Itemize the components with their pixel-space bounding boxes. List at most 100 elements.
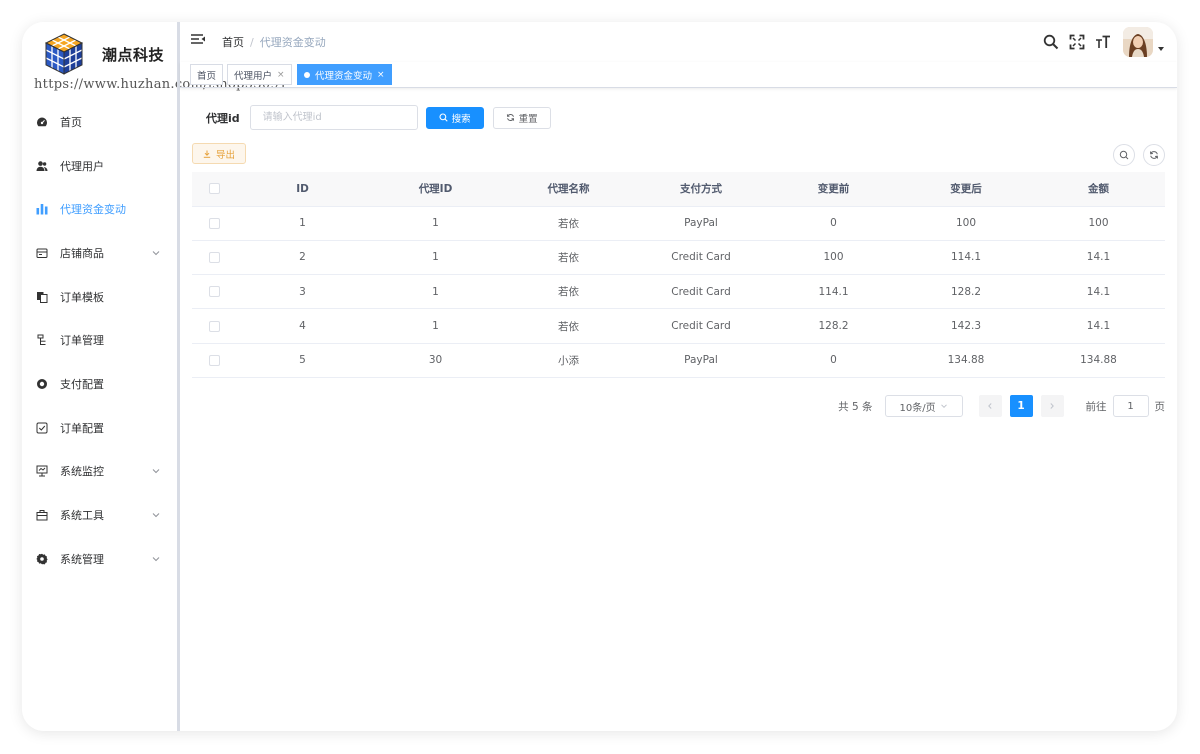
search-button[interactable]: 搜索 <box>425 106 484 129</box>
breadcrumb-current: 代理资金变动 <box>259 36 326 49</box>
table-cell: 4 <box>236 308 369 344</box>
active-dot-icon <box>304 71 310 78</box>
sidebar-item-agent-funds[interactable]: 代理资金变动 <box>22 187 177 231</box>
column-header[interactable]: ID <box>236 172 369 207</box>
table-cell: 若依 <box>502 308 635 344</box>
page-content: 代理id 搜索 重置 导出 <box>180 89 1177 731</box>
sidebar-item-order-management[interactable]: 订单管理 <box>22 318 177 362</box>
refresh-button[interactable] <box>1143 144 1165 166</box>
table-row[interactable]: 3 1 若依 Credit Card 114.1 128.2 14.1 <box>192 274 1165 310</box>
column-header[interactable]: 金额 <box>1032 172 1165 207</box>
goto-page-input[interactable] <box>1112 395 1149 417</box>
avatar[interactable] <box>1123 27 1153 57</box>
sidebar-item-shop-goods[interactable]: 店铺商品 <box>22 231 177 275</box>
row-checkbox[interactable] <box>208 320 220 332</box>
avatar-image <box>1123 27 1153 57</box>
search-icon <box>1119 150 1129 160</box>
table-cell: Credit Card <box>635 308 767 344</box>
row-checkbox[interactable] <box>208 286 220 298</box>
table-cell: PayPal <box>635 343 767 378</box>
fullscreen-icon[interactable] <box>1069 34 1085 50</box>
row-checkbox[interactable] <box>208 251 220 263</box>
prev-page-button[interactable] <box>978 395 1002 417</box>
close-icon[interactable]: × <box>277 70 285 80</box>
search-form: 代理id 搜索 重置 <box>206 105 551 130</box>
chevron-left-icon <box>988 403 992 409</box>
toggle-search-button[interactable] <box>1113 144 1135 166</box>
table-cell: 3 <box>236 274 369 310</box>
sidebar-item-agent-users[interactable]: 代理用户 <box>22 144 177 188</box>
gear-icon <box>36 553 48 565</box>
reset-button[interactable]: 重置 <box>492 106 551 129</box>
export-button-label: 导出 <box>216 149 236 161</box>
tag-agent-funds[interactable]: 代理资金变动 × <box>297 64 392 85</box>
sidebar-item-order-config[interactable]: 订单配置 <box>22 406 177 450</box>
row-checkbox[interactable] <box>208 217 220 229</box>
column-header[interactable]: 支付方式 <box>635 172 767 207</box>
export-button[interactable]: 导出 <box>192 143 247 164</box>
table-cell: 若依 <box>502 206 635 241</box>
refresh-icon <box>506 114 514 121</box>
table-row[interactable]: 5 30 小添 PayPal 0 134.88 134.88 <box>192 343 1165 378</box>
table-cell: 134.88 <box>1032 343 1165 378</box>
search-icon[interactable] <box>1043 34 1059 50</box>
logo-cube-icon <box>44 33 84 75</box>
table-header-row: ID 代理ID 代理名称 支付方式 变更前 变更后 金额 <box>192 172 1165 207</box>
chevron-right-icon <box>1050 403 1054 409</box>
sidebar-item-system-tools[interactable]: 系统工具 <box>22 493 177 537</box>
hamburger-icon[interactable] <box>190 33 206 47</box>
caret-down-icon[interactable] <box>1157 45 1165 53</box>
breadcrumb: 首页 / 代理资金变动 <box>222 34 326 50</box>
page-number-current[interactable]: 1 <box>1009 395 1033 417</box>
table-row[interactable]: 4 1 若依 Credit Card 128.2 142.3 14.1 <box>192 308 1165 344</box>
column-header[interactable]: 代理ID <box>369 172 502 207</box>
sidebar-item-home[interactable]: 首页 <box>22 100 177 144</box>
breadcrumb-home[interactable]: 首页 <box>222 34 244 50</box>
table-row[interactable]: 2 1 若依 Credit Card 100 114.1 14.1 <box>192 240 1165 276</box>
sidebar-item-label: 代理资金变动 <box>60 203 126 217</box>
next-page-button[interactable] <box>1040 395 1064 417</box>
sidebar-item-system-management[interactable]: 系统管理 <box>22 537 177 581</box>
column-header[interactable]: 变更前 <box>767 172 900 207</box>
tag-agent-users[interactable]: 代理用户 × <box>227 64 292 85</box>
shop-icon <box>36 247 48 259</box>
font-size-icon[interactable] <box>1095 34 1111 50</box>
sidebar-item-system-monitor[interactable]: 系统监控 <box>22 450 177 494</box>
sidebar-item-label: 支付配置 <box>60 377 104 391</box>
table-cell: 5 <box>236 343 369 378</box>
sidebar-item-label: 系统管理 <box>60 552 104 566</box>
select-all-checkbox[interactable] <box>208 183 220 195</box>
page-size-select[interactable]: 10条/页 <box>884 395 963 417</box>
close-icon[interactable]: × <box>377 70 385 80</box>
agent-id-input[interactable] <box>249 105 418 130</box>
table-cell: 100 <box>1032 206 1165 241</box>
order-icon <box>36 334 48 346</box>
row-checkbox[interactable] <box>208 354 220 366</box>
sidebar-item-label: 系统监控 <box>60 465 104 479</box>
template-icon <box>36 291 48 303</box>
logo[interactable]: 潮点科技 <box>40 28 164 80</box>
tag-label: 代理资金变动 <box>315 70 373 82</box>
sidebar-menu: 首页 代理用户 代理资金变动 店铺商品 订单模板 订单管理 支付配置 订单配置 … <box>22 100 177 581</box>
payment-icon <box>36 378 48 390</box>
table-row[interactable]: 1 1 若依 PayPal 0 100 100 <box>192 206 1165 241</box>
table-tools <box>1105 144 1165 166</box>
column-header[interactable]: 代理名称 <box>502 172 635 207</box>
app-window: 潮点科技 https://www.huzhan.com/ishop53091 首… <box>22 22 1177 731</box>
sidebar-item-payment-config[interactable]: 支付配置 <box>22 362 177 406</box>
page-size-value: 10条/页 <box>899 402 936 414</box>
chevron-down-icon <box>152 469 160 474</box>
chevron-down-icon <box>940 404 947 409</box>
page-jumper: 前往 页 <box>1086 395 1165 417</box>
sidebar-item-order-template[interactable]: 订单模板 <box>22 275 177 319</box>
reset-button-label: 重置 <box>518 113 538 125</box>
table-cell: 若依 <box>502 274 635 310</box>
select-all-cell <box>192 172 236 207</box>
column-header[interactable]: 变更后 <box>900 172 1032 207</box>
row-select-cell <box>192 274 236 310</box>
tag-home[interactable]: 首页 <box>190 64 224 85</box>
table-cell: 14.1 <box>1032 240 1165 276</box>
row-select-cell <box>192 308 236 344</box>
table-cell: 100 <box>767 240 900 276</box>
table-cell: PayPal <box>635 206 767 241</box>
